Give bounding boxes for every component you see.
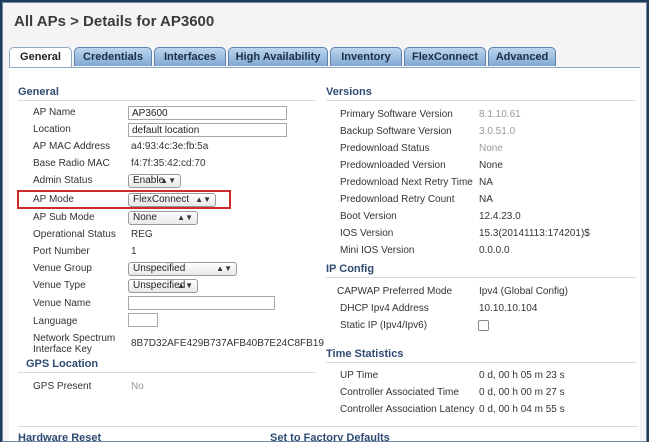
operational-status-value: REG xyxy=(131,229,153,240)
gps-present-value: No xyxy=(131,381,144,392)
location-label: Location xyxy=(33,124,71,135)
base-radio-mac-label: Base Radio MAC xyxy=(33,158,110,169)
tab-flexconnect[interactable]: FlexConnect xyxy=(404,47,486,66)
ip-config-section-heading: IP Config xyxy=(326,263,375,275)
next-retry-time-value: NA xyxy=(479,177,493,188)
ap-mode-highlight-box xyxy=(17,190,231,209)
ios-version-value: 15.3(20141113:174201)$ xyxy=(479,228,590,239)
retry-count-label: Predownload Retry Count xyxy=(340,194,455,205)
location-input[interactable] xyxy=(128,123,287,137)
retry-count-value: NA xyxy=(479,194,493,205)
primary-software-label: Primary Software Version xyxy=(340,109,453,120)
predownload-status-value: None xyxy=(479,143,503,154)
ap-mac-label: AP MAC Address xyxy=(33,141,111,152)
operational-status-label: Operational Status xyxy=(33,229,116,240)
predownloaded-version-label: Predownloaded Version xyxy=(340,160,446,171)
predownloaded-version-value: None xyxy=(479,160,503,171)
admin-status-label: Admin Status xyxy=(33,175,93,186)
select-arrows-icon: ▲▼ xyxy=(177,281,193,290)
general-section-heading: General xyxy=(18,86,59,98)
factory-defaults-heading: Set to Factory Defaults xyxy=(270,432,390,442)
primary-software-value: 8.1.10.61 xyxy=(479,109,521,120)
page-title: All APs > Details for AP3600 xyxy=(14,13,215,30)
gps-present-label: GPS Present xyxy=(33,381,92,392)
venue-name-input[interactable] xyxy=(128,296,275,310)
ip-config-divider xyxy=(326,277,636,278)
up-time-label: UP Time xyxy=(340,370,379,381)
dhcp-address-value: 10.10.10.104 xyxy=(479,303,538,314)
port-number-label: Port Number xyxy=(33,246,90,257)
gps-divider xyxy=(18,372,316,373)
port-number-value: 1 xyxy=(131,246,137,257)
versions-section-heading: Versions xyxy=(326,86,372,98)
controller-associated-time-label: Controller Associated Time xyxy=(340,387,459,398)
tab-interfaces[interactable]: Interfaces xyxy=(154,47,226,66)
controller-associated-time-value: 0 d, 00 h 00 m 27 s xyxy=(479,387,565,398)
select-arrows-icon: ▲▼ xyxy=(160,176,176,185)
tab-content-general: General AP Name Location AP MAC Address … xyxy=(9,67,640,442)
versions-divider xyxy=(326,100,636,101)
ap-sub-mode-value: None xyxy=(133,212,157,223)
ap-sub-mode-label: AP Sub Mode xyxy=(33,212,95,223)
language-label: Language xyxy=(33,316,78,327)
gps-section-heading: GPS Location xyxy=(26,358,99,370)
predownload-status-label: Predownload Status xyxy=(340,143,430,154)
select-arrows-icon: ▲▼ xyxy=(216,264,232,273)
static-ip-checkbox[interactable] xyxy=(478,320,489,331)
time-statistics-divider xyxy=(326,362,636,363)
network-spectrum-key-value: 8B7D32AFE429B737AFB40B7E24C8FB19 xyxy=(131,338,324,349)
tab-inventory[interactable]: Inventory xyxy=(330,47,402,66)
ap-mac-value: a4:93:4c:3e:fb:5a xyxy=(131,141,209,152)
boot-version-label: Boot Version xyxy=(340,211,397,222)
venue-group-label: Venue Group xyxy=(33,263,92,274)
capwap-mode-value: Ipv4 (Global Config) xyxy=(479,286,568,297)
hardware-reset-heading: Hardware Reset xyxy=(18,432,102,442)
backup-software-label: Backup Software Version xyxy=(340,126,452,137)
venue-type-select[interactable]: Unspecified ▲▼ xyxy=(128,279,198,293)
network-spectrum-label-line1: Network Spectrum xyxy=(33,333,116,344)
window-frame: All APs > Details for AP3600 General Cre… xyxy=(2,2,647,442)
controller-association-latency-value: 0 d, 00 h 04 m 55 s xyxy=(479,404,565,415)
mini-ios-version-value: 0.0.0.0 xyxy=(479,245,510,256)
ap-name-input[interactable] xyxy=(128,106,287,120)
backup-software-value: 3.0.51.0 xyxy=(479,126,516,137)
dhcp-address-label: DHCP Ipv4 Address xyxy=(340,303,429,314)
base-radio-mac-value: f4:7f:35:42:cd:70 xyxy=(131,158,206,169)
venue-group-select[interactable]: Unspecified ▲▼ xyxy=(128,262,237,276)
time-statistics-section-heading: Time Statistics xyxy=(326,348,404,360)
up-time-value: 0 d, 00 h 05 m 23 s xyxy=(479,370,565,381)
tab-general[interactable]: General xyxy=(9,47,72,68)
general-divider xyxy=(18,100,316,101)
tab-high-availability[interactable]: High Availability xyxy=(228,47,328,66)
select-arrows-icon: ▲▼ xyxy=(177,213,193,222)
next-retry-time-label: Predownload Next Retry Time xyxy=(340,177,473,188)
venue-group-value: Unspecified xyxy=(133,263,186,274)
static-ip-label: Static IP (Ipv4/Ipv6) xyxy=(340,320,428,331)
venue-name-label: Venue Name xyxy=(33,298,91,309)
footer-divider xyxy=(18,426,638,427)
tab-credentials[interactable]: Credentials xyxy=(74,47,152,66)
ios-version-label: IOS Version xyxy=(340,228,394,239)
capwap-mode-label: CAPWAP Preferred Mode xyxy=(337,286,453,297)
admin-status-select[interactable]: Enable ▲▼ xyxy=(128,174,181,188)
mini-ios-version-label: Mini IOS Version xyxy=(340,245,415,256)
boot-version-value: 12.4.23.0 xyxy=(479,211,521,222)
venue-type-label: Venue Type xyxy=(33,280,86,291)
controller-association-latency-label: Controller Association Latency xyxy=(340,404,475,415)
network-spectrum-label-line2: Interface Key xyxy=(33,344,92,355)
ap-sub-mode-select[interactable]: None ▲▼ xyxy=(128,211,198,225)
language-input[interactable] xyxy=(128,313,158,327)
tab-advanced[interactable]: Advanced xyxy=(488,47,556,66)
ap-name-label: AP Name xyxy=(33,107,76,118)
